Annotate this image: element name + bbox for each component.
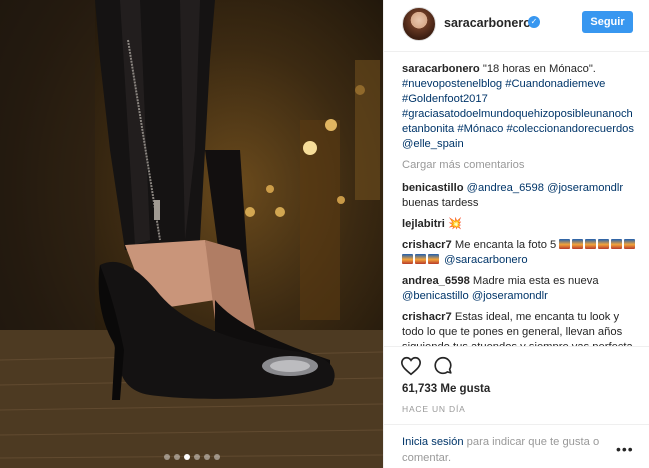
comment-text: buenas tardess — [402, 197, 479, 209]
comment-item: andrea_6598 Madre mia esta es nueva @ben… — [402, 274, 638, 304]
carousel-dot[interactable] — [183, 454, 190, 460]
comment-username[interactable]: benicastillo — [402, 182, 464, 194]
comment-item: crishacr7 Me encanta la foto 5 @saracarb… — [402, 238, 638, 268]
sunrise-emoji-icon — [572, 239, 584, 249]
carousel-dot[interactable] — [173, 454, 180, 460]
post-photo[interactable] — [0, 0, 383, 468]
caption-text: "18 horas en Mónaco". — [482, 63, 596, 75]
load-more-comments-link[interactable]: Cargar más comentarios — [402, 158, 638, 173]
sunrise-emoji-icon — [598, 239, 610, 249]
comment-mentions[interactable]: @andrea_6598 @joseramondlr — [467, 182, 623, 194]
heart-icon[interactable] — [400, 355, 422, 377]
sunrise-emoji-icon — [585, 239, 597, 249]
comments-list[interactable]: saracarbonero "18 horas en Mónaco". #nue… — [402, 62, 638, 346]
sunrise-emoji-icon — [428, 254, 439, 264]
comment-item: crishacr7 Estas ideal, me encanta tu loo… — [402, 310, 638, 346]
comment-username[interactable]: crishacr7 — [402, 311, 452, 323]
comment-item: lejlabitri 💥 — [402, 217, 638, 232]
caption: saracarbonero "18 horas en Mónaco". #nue… — [402, 62, 638, 152]
sunrise-emoji-icon — [402, 254, 413, 264]
header-username[interactable]: saracarbonero — [444, 16, 531, 30]
carousel-indicator[interactable] — [0, 454, 383, 460]
sunrise-emoji-icon — [559, 239, 571, 249]
collision-emoji-icon: 💥 — [448, 218, 462, 230]
post-header: saracarbonero ✓ Seguir — [384, 0, 649, 52]
carousel-dot[interactable] — [193, 454, 200, 460]
carousel-dot[interactable] — [163, 454, 170, 460]
comment-icon[interactable] — [432, 355, 454, 377]
caption-hashtags[interactable]: #nuevopostenelblog #Cuandonadiemeve #Gol… — [402, 78, 634, 150]
login-prompt-bar: Inicia sesión para indicar que te gusta … — [384, 424, 649, 468]
comment-item: benicastillo @andrea_6598 @joseramondlr … — [402, 181, 638, 211]
login-prompt: Inicia sesión para indicar que te gusta … — [402, 434, 612, 466]
comment-mentions[interactable]: @benicastillo @joseramondlr — [402, 290, 548, 302]
login-link[interactable]: Inicia sesión — [402, 436, 464, 448]
post-timestamp: HACE UN DÍA — [402, 404, 466, 414]
more-options-icon[interactable]: ••• — [616, 441, 634, 457]
comment-username[interactable]: lejlabitri — [402, 218, 445, 230]
follow-button[interactable]: Seguir — [582, 11, 633, 33]
carousel-dot[interactable] — [203, 454, 210, 460]
comment-text: Me encanta la foto 5 — [454, 239, 557, 251]
sunrise-emoji-icon — [611, 239, 623, 249]
likes-count[interactable]: 61,733 Me gusta — [402, 383, 490, 395]
comment-text: Madre mia esta es nueva — [472, 275, 599, 287]
post-actions: 61,733 Me gusta HACE UN DÍA Inicia sesió… — [384, 346, 649, 468]
carousel-dot[interactable] — [213, 454, 220, 460]
avatar[interactable] — [402, 7, 436, 41]
sunrise-emoji-icon — [415, 254, 426, 264]
sunrise-emoji-icon — [624, 239, 636, 249]
photo-illustration — [0, 0, 383, 468]
comment-mention[interactable]: @saracarbonero — [444, 254, 528, 266]
caption-username[interactable]: saracarbonero — [402, 63, 480, 75]
post-side-panel: saracarbonero ✓ Seguir saracarbonero "18… — [383, 0, 649, 468]
comment-username[interactable]: crishacr7 — [402, 239, 452, 251]
comment-username[interactable]: andrea_6598 — [402, 275, 470, 287]
verified-badge-icon: ✓ — [528, 16, 540, 28]
